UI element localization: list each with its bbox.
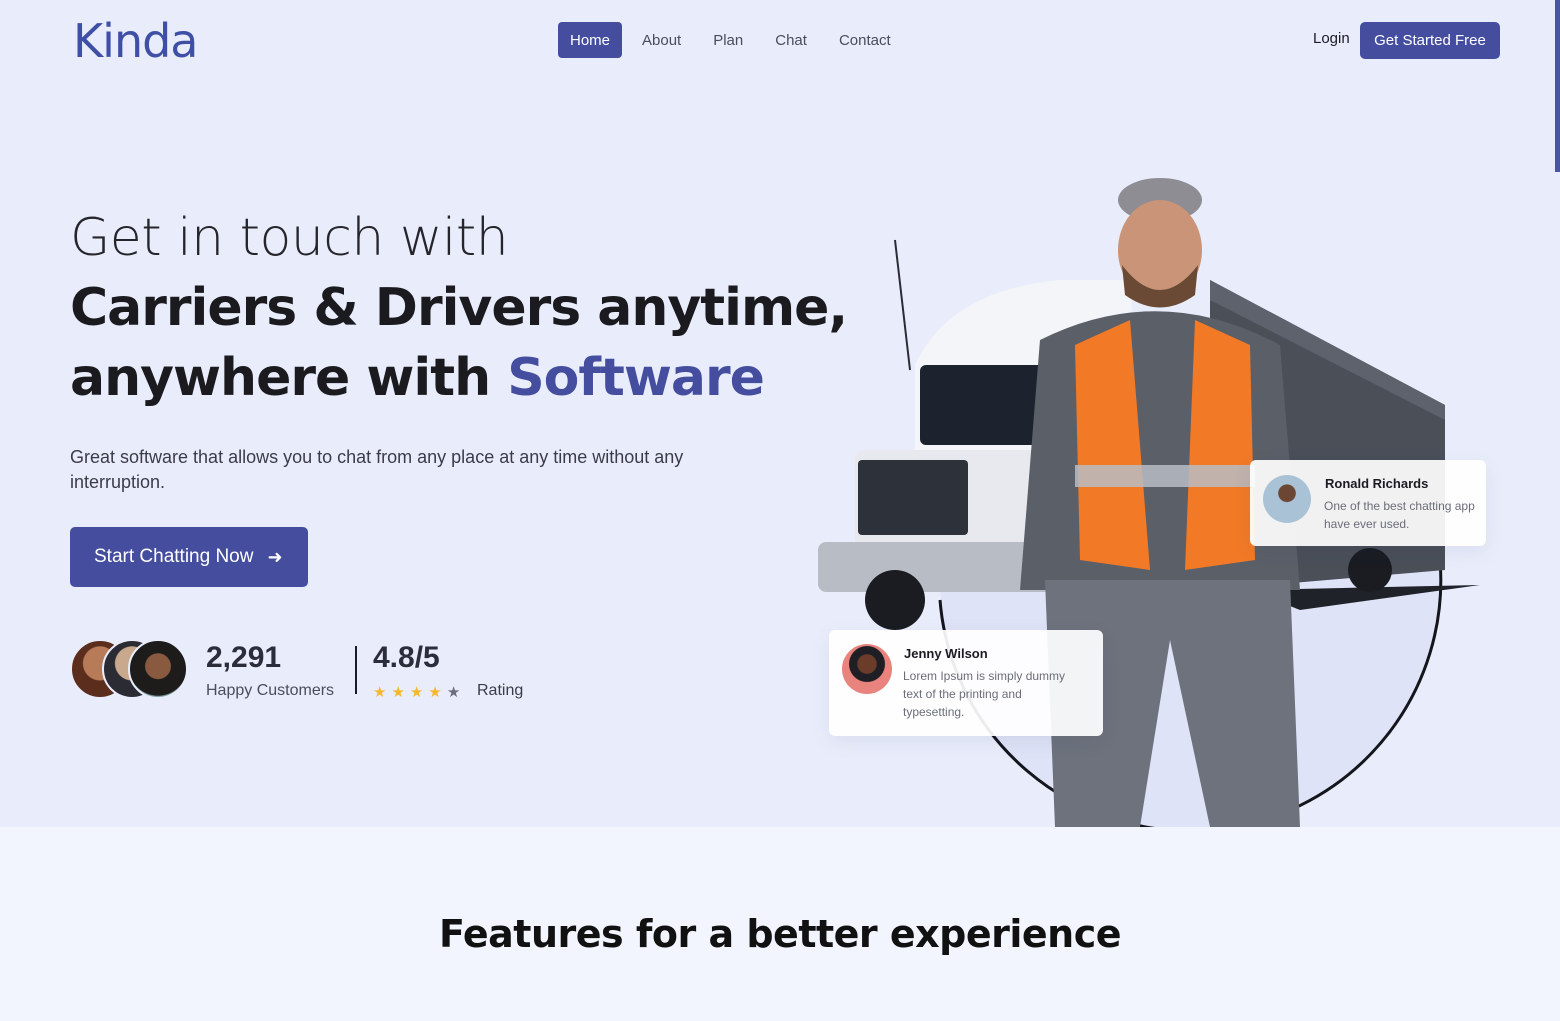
hero-lead-text: Great software that allows you to chat f… (70, 447, 684, 492)
testimonial-name: Ronald Richards (1325, 476, 1429, 491)
avatar (1263, 475, 1311, 523)
truck-wheel (865, 570, 925, 630)
hero-heading-prefix: anywhere with (70, 348, 491, 408)
driver-vest-right (1185, 320, 1255, 570)
stats-divider (355, 646, 357, 694)
features-title: Features for a better experience (438, 912, 1122, 956)
testimonial-text: One of the best chatting app have ever u… (1324, 499, 1475, 531)
testimonial-card: Ronald Richards One of the best chatting… (1250, 460, 1486, 546)
start-chatting-label: Start Chatting Now (94, 546, 254, 567)
driver-jacket (1020, 311, 1300, 590)
hero-heading-accent: Software (507, 348, 765, 408)
vest-reflective-stripe (1075, 465, 1255, 487)
customer-avatars (70, 639, 200, 699)
customers-count: 2,291 (206, 641, 282, 674)
site-header: Kinda Home About Plan Chat Contact Login… (0, 0, 1560, 80)
truck-antenna (894, 239, 911, 371)
brand-logo[interactable]: Kinda (73, 14, 198, 68)
trailer-wheel (1348, 548, 1392, 592)
page-scrollbar[interactable] (1555, 0, 1560, 172)
hero-heading-line-1: Get in touch with (70, 208, 509, 268)
nav-about[interactable]: About (630, 22, 693, 58)
customers-label: Happy Customers (206, 682, 335, 699)
login-link[interactable]: Login (1313, 30, 1350, 47)
hero-heading-line-3: anywhere with Software (70, 348, 765, 408)
star-icon: ★ (409, 684, 424, 701)
nav-home[interactable]: Home (558, 22, 623, 58)
avatar (128, 639, 188, 699)
testimonial-name: Jenny Wilson (904, 646, 988, 661)
nav-chat[interactable]: Chat (763, 22, 819, 58)
main-nav: Home About Plan Chat Contact (558, 22, 903, 58)
truck-grille (858, 460, 968, 535)
features-section: Features for a better experience (0, 827, 1560, 1021)
rating-stars: ★ ★ ★ ★ ★ (373, 683, 460, 701)
star-icon: ★ (391, 684, 405, 701)
testimonial-text: Lorem Ipsum is simply dummy text of the … (903, 669, 1066, 719)
rating-value: 4.8/5 (373, 641, 440, 674)
star-icon: ★ (373, 684, 387, 701)
get-started-button[interactable]: Get Started Free (1360, 22, 1500, 59)
nav-plan[interactable]: Plan (701, 22, 755, 58)
star-empty-icon: ★ (446, 684, 461, 701)
arrow-right-icon: ➜ (267, 546, 283, 567)
rating-label: Rating (477, 682, 524, 699)
testimonial-card: Jenny Wilson Lorem Ipsum is simply dummy… (829, 630, 1103, 736)
star-icon: ★ (428, 684, 442, 701)
nav-contact[interactable]: Contact (827, 22, 903, 58)
hero-heading-line-2: Carriers & Drivers anytime, (70, 278, 848, 338)
start-chatting-button[interactable]: Start Chatting Now ➜ (70, 527, 308, 587)
avatar (842, 644, 892, 694)
